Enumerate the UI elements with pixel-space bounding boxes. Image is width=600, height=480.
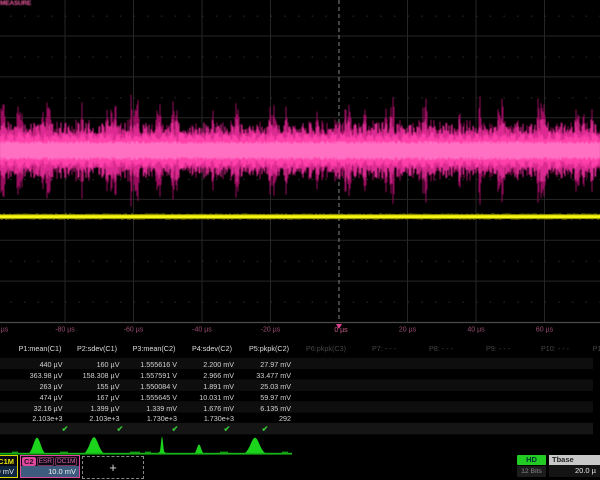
svg-text:-20 µs: -20 µs: [261, 327, 281, 334]
svg-text:2.200 mV: 2.200 mV: [203, 360, 234, 369]
svg-text:1.730e+3: 1.730e+3: [147, 414, 177, 423]
svg-text:1.555645 V: 1.555645 V: [140, 393, 177, 402]
svg-text:27.97 mV: 27.97 mV: [260, 360, 291, 369]
svg-text:P5:pkpk(C2): P5:pkpk(C2): [249, 344, 289, 353]
svg-text:60 µs: 60 µs: [536, 327, 554, 334]
svg-text:292: 292: [279, 414, 291, 423]
svg-text:P6:pkpk(C3): P6:pkpk(C3): [306, 344, 346, 353]
svg-text:440 µV: 440 µV: [40, 360, 63, 369]
svg-text:P3:mean(C2): P3:mean(C2): [133, 344, 176, 353]
svg-text:158.308 µV: 158.308 µV: [83, 371, 120, 380]
svg-text:P4:sdev(C2): P4:sdev(C2): [192, 344, 232, 353]
svg-text:✔: ✔: [117, 425, 124, 434]
svg-text:155 µV: 155 µV: [97, 382, 120, 391]
svg-text:P1:mean(C1): P1:mean(C1): [19, 344, 62, 353]
svg-text:2.966 mV: 2.966 mV: [203, 371, 234, 380]
svg-text:160 µV: 160 µV: [97, 360, 120, 369]
svg-text:-40 µs: -40 µs: [192, 327, 212, 334]
svg-text:363.98 µV: 363.98 µV: [30, 371, 63, 380]
svg-text:✔: ✔: [172, 425, 179, 434]
svg-text:1.555616 V: 1.555616 V: [140, 360, 177, 369]
svg-text:-60 µs: -60 µs: [124, 327, 144, 334]
svg-text:25.03 mV: 25.03 mV: [260, 382, 291, 391]
svg-text:10.031 mV: 10.031 mV: [199, 393, 234, 402]
svg-text:474 µV: 474 µV: [40, 393, 63, 402]
svg-text:P9: - - -: P9: - - -: [486, 344, 511, 353]
svg-text:0 µs: 0 µs: [334, 327, 348, 334]
svg-text:-80 µs: -80 µs: [55, 327, 75, 334]
svg-text:2.103e+3: 2.103e+3: [32, 414, 62, 423]
svg-text:1.891 mV: 1.891 mV: [203, 382, 234, 391]
svg-text:1.557591 V: 1.557591 V: [140, 371, 177, 380]
svg-text:P8: - - -: P8: - - -: [429, 344, 454, 353]
svg-text:2.103e+3: 2.103e+3: [89, 414, 119, 423]
svg-text:P7: - - -: P7: - - -: [372, 344, 397, 353]
svg-text:59.97 mV: 59.97 mV: [260, 393, 291, 402]
svg-text:P2:sdev(C1): P2:sdev(C1): [77, 344, 117, 353]
svg-text:33.477 mV: 33.477 mV: [256, 371, 291, 380]
svg-text:✔: ✔: [224, 425, 231, 434]
svg-text:40 µs: 40 µs: [467, 327, 485, 334]
svg-text:1.730e+3: 1.730e+3: [204, 414, 234, 423]
svg-text:263 µV: 263 µV: [40, 382, 63, 391]
svg-text:✔: ✔: [262, 425, 269, 434]
svg-text:P1: P1: [593, 344, 600, 353]
svg-text:-100 µs: -100 µs: [0, 327, 9, 334]
svg-text:167 µV: 167 µV: [97, 393, 120, 402]
svg-text:1.339 mV: 1.339 mV: [146, 404, 177, 413]
svg-text:1.399 µV: 1.399 µV: [91, 404, 120, 413]
svg-text:1.550084 V: 1.550084 V: [140, 382, 177, 391]
svg-text:1.676 mV: 1.676 mV: [203, 404, 234, 413]
svg-text:✔: ✔: [62, 425, 69, 434]
svg-text:32.16 µV: 32.16 µV: [34, 404, 63, 413]
svg-text:20 µs: 20 µs: [399, 327, 417, 334]
svg-text:P10: - - -: P10: - - -: [541, 344, 570, 353]
svg-text:6.135 mV: 6.135 mV: [260, 404, 291, 413]
